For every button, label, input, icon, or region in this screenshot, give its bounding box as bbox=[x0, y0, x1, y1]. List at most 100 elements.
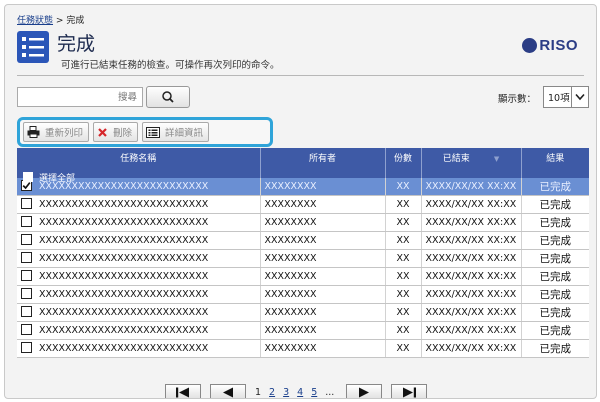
job-name-text: XXXXXXXXXXXXXXXXXXXXXXXXXX bbox=[39, 307, 209, 318]
list-check-icon bbox=[17, 31, 49, 63]
ended-cell: XXXX/XX/XX XX:XX bbox=[421, 321, 522, 340]
row-checkbox[interactable] bbox=[21, 234, 32, 245]
row-checkbox[interactable] bbox=[21, 288, 32, 299]
copies-cell: XX bbox=[385, 285, 422, 304]
result-cell: 已完成 bbox=[521, 231, 589, 250]
owner-cell: XXXXXXXX bbox=[260, 213, 386, 232]
page-link-3[interactable]: 3 bbox=[283, 387, 289, 398]
action-toolbar: 重新列印 刪除 詳細資訊 bbox=[17, 117, 273, 147]
result-cell: 已完成 bbox=[521, 178, 589, 196]
last-page-button[interactable] bbox=[391, 383, 428, 398]
copies-cell: XX bbox=[385, 231, 422, 250]
owner-cell: XXXXXXXX bbox=[260, 231, 386, 250]
table-row[interactable]: XXXXXXXXXXXXXXXXXXXXXXXXXX XXXXXXXX XX XXXX… bbox=[17, 321, 589, 340]
page-link-5[interactable]: 5 bbox=[311, 387, 317, 398]
column-header-result[interactable]: 結果 bbox=[521, 148, 589, 178]
copies-cell: XX bbox=[385, 267, 422, 286]
table-row[interactable]: XXXXXXXXXXXXXXXXXXXXXXXXXX XXXXXXXX XX XXXX… bbox=[17, 178, 589, 196]
row-checkbox[interactable] bbox=[21, 270, 32, 281]
ended-cell: XXXX/XX/XX XX:XX bbox=[421, 339, 522, 358]
job-name-text: XXXXXXXXXXXXXXXXXXXXXXXXXX bbox=[39, 343, 209, 354]
job-name-text: XXXXXXXXXXXXXXXXXXXXXXXXXX bbox=[39, 253, 209, 264]
sort-down-icon: ▼ bbox=[493, 155, 500, 163]
row-checkbox[interactable] bbox=[21, 252, 32, 263]
job-name-cell: XXXXXXXXXXXXXXXXXXXXXXXXXX bbox=[17, 231, 261, 250]
page-link-2[interactable]: 2 bbox=[269, 387, 275, 398]
next-page-button[interactable] bbox=[346, 383, 383, 398]
pagination: 1 2 3 4 5 ... bbox=[165, 383, 436, 398]
owner-cell: XXXXXXXX bbox=[260, 303, 386, 322]
result-cell: 已完成 bbox=[521, 213, 589, 232]
previous-page-button[interactable] bbox=[210, 383, 246, 398]
select-all-checkbox[interactable]: 選擇全部 bbox=[23, 171, 75, 184]
result-cell: 已完成 bbox=[521, 303, 589, 322]
delete-x-icon bbox=[97, 127, 108, 138]
search-icon bbox=[162, 91, 174, 103]
job-name-cell: XXXXXXXXXXXXXXXXXXXXXXXXXX bbox=[17, 267, 261, 286]
row-checkbox[interactable] bbox=[21, 306, 32, 317]
display-count-select[interactable]: 10項 bbox=[543, 86, 589, 108]
page-ellipsis: ... bbox=[325, 386, 335, 398]
page-subtitle: 可進行已結束任務的檢查。可操作再次列印的命令。 bbox=[61, 60, 280, 71]
table-row[interactable]: XXXXXXXXXXXXXXXXXXXXXXXXXX XXXXXXXX XX XXXX… bbox=[17, 231, 589, 250]
job-name-cell: XXXXXXXXXXXXXXXXXXXXXXXXXX bbox=[17, 321, 261, 340]
column-header-copies[interactable]: 份數 bbox=[385, 148, 422, 178]
copies-cell: XX bbox=[385, 339, 422, 358]
page-title: 完成 bbox=[57, 33, 96, 55]
search-button[interactable] bbox=[146, 86, 190, 108]
page-link-4[interactable]: 4 bbox=[297, 387, 303, 398]
copies-cell: XX bbox=[385, 321, 422, 340]
job-name-cell: XXXXXXXXXXXXXXXXXXXXXXXXXX bbox=[17, 303, 261, 322]
table-row[interactable]: XXXXXXXXXXXXXXXXXXXXXXXXXX XXXXXXXX XX XXXX… bbox=[17, 339, 589, 358]
table-row[interactable]: XXXXXXXXXXXXXXXXXXXXXXXXXX XXXXXXXX XX XXXX… bbox=[17, 267, 589, 286]
job-name-cell: XXXXXXXXXXXXXXXXXXXXXXXXXX bbox=[17, 285, 261, 304]
job-name-text: XXXXXXXXXXXXXXXXXXXXXXXXXX bbox=[39, 217, 209, 228]
job-name-text: XXXXXXXXXXXXXXXXXXXXXXXXXX bbox=[39, 289, 209, 300]
ended-cell: XXXX/XX/XX XX:XX bbox=[421, 178, 522, 196]
job-name-text: XXXXXXXXXXXXXXXXXXXXXXXXXX bbox=[39, 271, 209, 282]
owner-cell: XXXXXXXX bbox=[260, 267, 386, 286]
result-cell: 已完成 bbox=[521, 195, 589, 214]
result-cell: 已完成 bbox=[521, 321, 589, 340]
job-name-cell: XXXXXXXXXXXXXXXXXXXXXXXXXX bbox=[17, 339, 261, 358]
copies-cell: XX bbox=[385, 303, 422, 322]
owner-cell: XXXXXXXX bbox=[260, 339, 386, 358]
job-name-text: XXXXXXXXXXXXXXXXXXXXXXXXXX bbox=[39, 199, 209, 210]
column-header-ended[interactable]: 已結束 ▼ bbox=[421, 148, 522, 178]
job-status-window: 任務狀態 > 完成 完成 可進行已結束任務的檢查。可操作再次列印的命令。 RIS… bbox=[4, 4, 597, 399]
select-all-box bbox=[23, 171, 33, 182]
breadcrumb: 任務狀態 > 完成 bbox=[17, 13, 84, 26]
first-page-button[interactable] bbox=[165, 383, 201, 398]
riso-logo-text: RISO bbox=[539, 36, 578, 54]
copies-cell: XX bbox=[385, 213, 422, 232]
table-row[interactable]: XXXXXXXXXXXXXXXXXXXXXXXXXX XXXXXXXX XX XXXX… bbox=[17, 303, 589, 322]
job-name-cell: XXXXXXXXXXXXXXXXXXXXXXXXXX bbox=[17, 195, 261, 214]
row-checkbox[interactable] bbox=[21, 216, 32, 227]
header-divider bbox=[17, 75, 584, 76]
row-checkbox[interactable] bbox=[21, 342, 32, 353]
row-checkbox[interactable] bbox=[21, 324, 32, 335]
row-checkbox[interactable] bbox=[21, 198, 32, 209]
ended-cell: XXXX/XX/XX XX:XX bbox=[421, 267, 522, 286]
ended-cell: XXXX/XX/XX XX:XX bbox=[421, 249, 522, 268]
delete-button[interactable]: 刪除 bbox=[93, 122, 139, 142]
details-button[interactable]: 詳細資訊 bbox=[142, 122, 210, 142]
breadcrumb-job-status-link[interactable]: 任務狀態 bbox=[17, 16, 53, 26]
column-header-owner[interactable]: 所有者 bbox=[260, 148, 386, 178]
reprint-label: 重新列印 bbox=[45, 128, 84, 139]
table-row[interactable]: XXXXXXXXXXXXXXXXXXXXXXXXXX XXXXXXXX XX XXXX… bbox=[17, 195, 589, 214]
owner-cell: XXXXXXXX bbox=[260, 321, 386, 340]
ended-cell: XXXX/XX/XX XX:XX bbox=[421, 303, 522, 322]
search-input[interactable] bbox=[17, 87, 143, 107]
ended-cell: XXXX/XX/XX XX:XX bbox=[421, 231, 522, 250]
result-cell: 已完成 bbox=[521, 267, 589, 286]
display-count-value: 10項 bbox=[548, 93, 570, 104]
table-row[interactable]: XXXXXXXXXXXXXXXXXXXXXXXXXX XXXXXXXX XX XXXX… bbox=[17, 213, 589, 232]
reprint-button[interactable]: 重新列印 bbox=[23, 122, 90, 142]
page-current: 1 bbox=[255, 386, 262, 398]
chevron-down-icon bbox=[571, 87, 588, 107]
details-label: 詳細資訊 bbox=[165, 128, 204, 139]
copies-cell: XX bbox=[385, 195, 422, 214]
table-row[interactable]: XXXXXXXXXXXXXXXXXXXXXXXXXX XXXXXXXX XX XXXX… bbox=[17, 285, 589, 304]
table-row[interactable]: XXXXXXXXXXXXXXXXXXXXXXXXXX XXXXXXXX XX XXXX… bbox=[17, 249, 589, 268]
